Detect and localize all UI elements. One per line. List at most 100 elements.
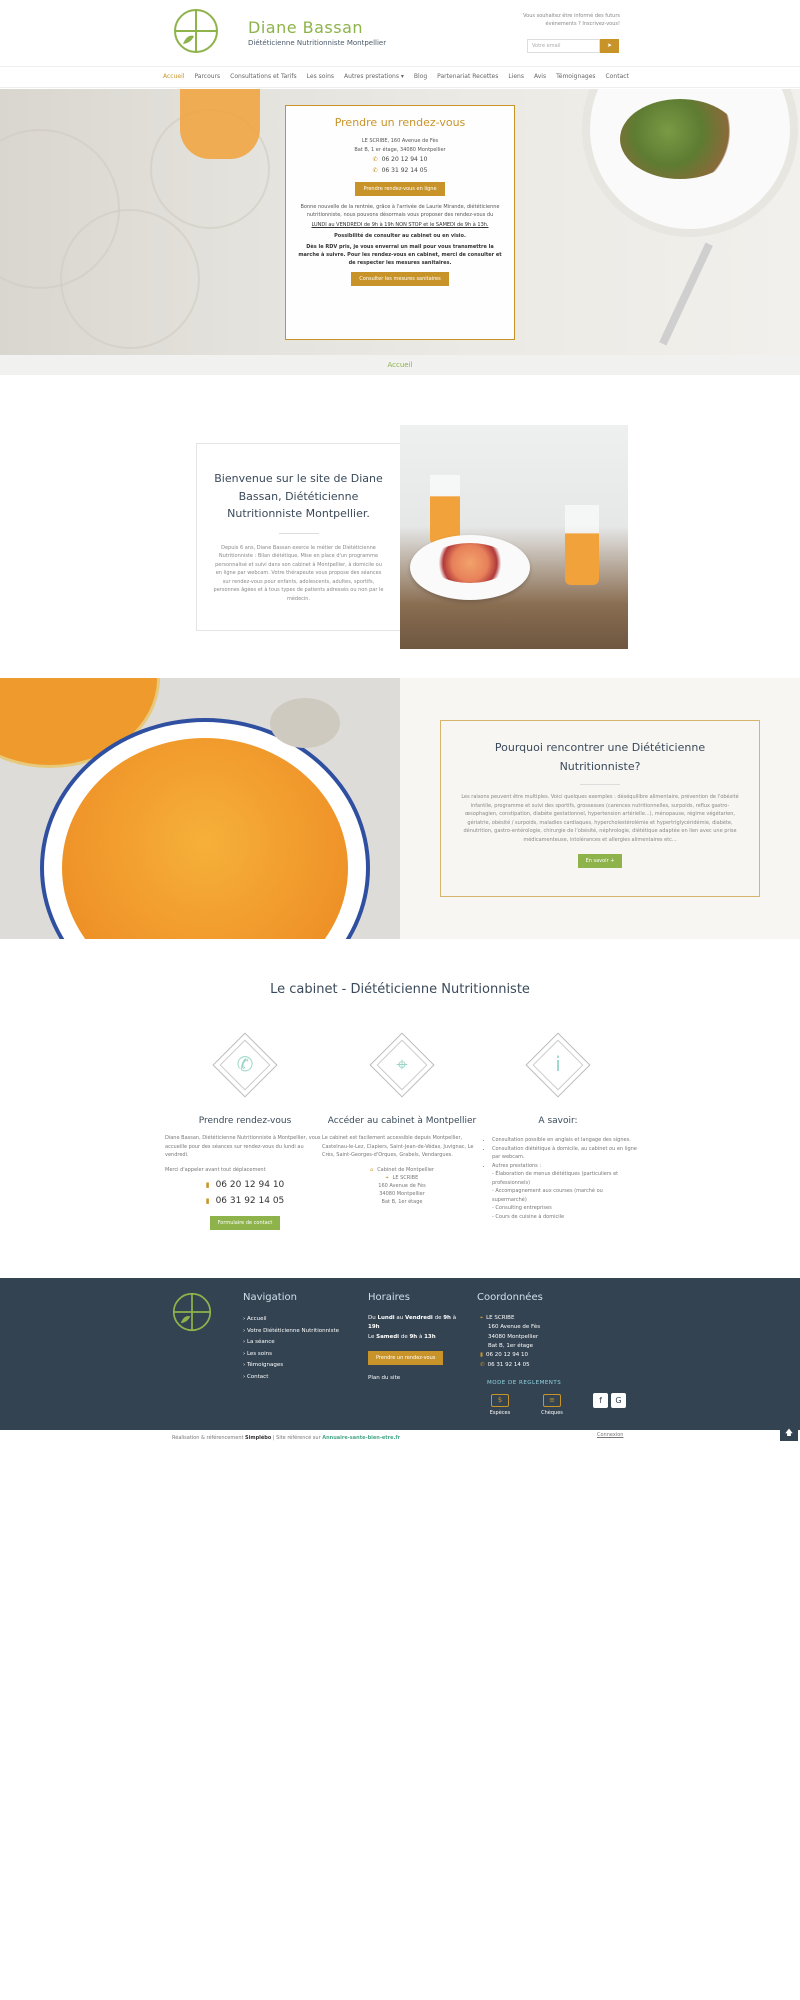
nav-item-autres-prestations[interactable]: Autres prestations ▾ — [344, 73, 404, 80]
nav-item-parcours[interactable]: Parcours — [194, 73, 220, 80]
column-text: Le cabinet est facilement accessible dep… — [322, 1135, 474, 1159]
footer-contact-text: ⌖ LE SCRIBE 160 Avenue de Fès 34080 Montp… — [480, 1315, 541, 1368]
contact-form-button[interactable]: Formulaire de contact — [209, 1216, 281, 1231]
sanitary-measures-button[interactable]: Consulter les mesures sanitaires — [351, 271, 449, 286]
why-card: Pourquoi rencontrer une Diététicienne Nu… — [440, 720, 760, 897]
footer-nav-item[interactable]: › Votre Diététicienne Nutritionniste — [243, 1326, 339, 1338]
nav-item-consultations[interactable]: Consultations et Tarifs — [230, 73, 297, 80]
phone-number-2[interactable]: ▮ 06 31 92 14 05 — [165, 1196, 325, 1206]
phone-icon: ✆ — [480, 1361, 485, 1368]
spoon-image — [270, 698, 340, 748]
diamond-frame: ⌖ — [367, 1030, 437, 1100]
footer-hours-text: Du Lundi au Vendredi de 9h à 19h Le Same… — [368, 1314, 458, 1342]
info-icon: i — [555, 1052, 561, 1076]
footer-nav-item[interactable]: › La séance — [243, 1337, 339, 1349]
divider — [278, 532, 319, 534]
brand-name[interactable]: Diane Bassan — [248, 18, 363, 37]
appointment-address-2: Bat B, 1 er étage, 34080 Montpellier — [354, 147, 446, 153]
info-list: Consultation possible en anglais et lang… — [478, 1136, 638, 1221]
nav-item-accueil[interactable]: Accueil — [163, 73, 184, 80]
newsletter-submit-button[interactable]: ➤ — [600, 39, 619, 53]
online-booking-button[interactable]: Prendre rendez-vous en ligne — [355, 181, 445, 196]
phone-number-1[interactable]: ▮ 06 20 12 94 10 — [165, 1180, 325, 1190]
footer-phone-2[interactable]: 06 31 92 14 05 — [488, 1362, 530, 1368]
sitemap-link[interactable]: Plan du site — [368, 1375, 400, 1381]
logo-icon[interactable] — [173, 8, 219, 54]
newsletter-email-input[interactable]: Votre email — [527, 39, 600, 53]
footer-hours-weekdays: Du Lundi au Vendredi de 9h à 19h — [368, 1315, 457, 1331]
appointment-title: Prendre un rendez-vous — [334, 116, 466, 129]
nav-item-blog[interactable]: Blog — [414, 73, 427, 80]
salad-image — [620, 99, 740, 179]
payment-cheque: ≡ Chèques — [541, 1394, 563, 1416]
nav-item-contact[interactable]: Contact — [606, 73, 629, 80]
footer-contact-title: Coordonnées — [477, 1292, 543, 1303]
site-footer: Navigation › Accueil › Votre Diététicien… — [0, 1278, 800, 1430]
footer-nav-item[interactable]: › Les soins — [243, 1349, 339, 1361]
nav-item-avis[interactable]: Avis — [534, 73, 546, 80]
column-text: Merci d'appeler avant tout déplacement — [165, 1166, 266, 1173]
newsletter-text: Vous souhaitez être informé des futurs é… — [523, 13, 620, 27]
breakfast-image — [400, 425, 628, 649]
column-title: A savoir: — [538, 1116, 578, 1126]
facebook-icon[interactable]: f — [593, 1393, 608, 1408]
login-link[interactable]: Connexion — [597, 1432, 623, 1438]
footer-nav-item[interactable]: › Accueil — [243, 1314, 339, 1326]
payment-methods-title: MODE DE REGLEMENTS — [487, 1380, 562, 1386]
footer-nav-item[interactable]: › Contact — [243, 1372, 339, 1384]
nav-item-soins[interactable]: Les soins — [307, 73, 334, 80]
site-header: Diane Bassan Diététicienne Nutritionnist… — [0, 0, 800, 66]
divider — [580, 784, 620, 786]
home-icon: ⌂ — [370, 1166, 374, 1173]
simplebo-link[interactable]: Simplébo — [245, 1435, 271, 1441]
diamond-frame: ✆ — [210, 1030, 280, 1100]
diamond-frame: i — [523, 1030, 593, 1100]
learn-more-button[interactable]: En savoir + — [577, 854, 623, 869]
footer-nav-title: Navigation — [243, 1292, 297, 1303]
main-navigation: Accueil Parcours Consultations et Tarifs… — [0, 66, 800, 88]
appointment-address-1: LE SCRIBE, 160 Avenue de Fès — [361, 138, 439, 144]
scroll-to-top-button[interactable]: 🡅 — [780, 1425, 798, 1441]
payment-cash: $ Espèces — [489, 1394, 511, 1416]
column-title: Accéder au cabinet à Montpellier — [327, 1116, 477, 1126]
phone-icon: ✆ — [372, 166, 378, 174]
nav-item-liens[interactable]: Liens — [508, 73, 524, 80]
nav-item-recettes[interactable]: Partenariat Recettes — [437, 73, 498, 80]
brand-subtitle: Diététicienne Nutritionniste Montpellier — [248, 39, 387, 47]
cabinet-address: ⌂ Cabinet de Montpellier ⌖ LE SCRIBE 160 A… — [370, 1166, 434, 1205]
phone-icon: ✆ — [236, 1052, 254, 1076]
list-item: Consultation possible en anglais et lang… — [492, 1136, 638, 1145]
column-appointment: ✆ Prendre rendez-vous Diane Bassan, Diét… — [165, 1030, 325, 1231]
cheque-icon: ≡ — [543, 1394, 561, 1407]
fruit-image — [430, 543, 510, 583]
footer-appointment-button[interactable]: Prendre un rendez-vous — [368, 1351, 444, 1365]
welcome-title: Bienvenue sur le site de Diane Bassan, D… — [214, 472, 383, 521]
decorative-tile — [60, 209, 200, 349]
bottom-bar: Réalisation & référencement Simplébo | S… — [0, 1430, 800, 1446]
directory-link[interactable]: Annuaire-sante-bien-etre.fr — [322, 1435, 400, 1441]
map-pin-icon: ⌖ — [396, 1052, 408, 1076]
why-text: Les raisons peuvent être multiples. Voic… — [461, 794, 739, 843]
welcome-text: Depuis 6 ans, Diane Bassan exerce le mét… — [213, 544, 384, 602]
appointment-visio-text: Possibilité de consulter au cabinet ou e… — [334, 232, 466, 239]
phone-icon: ▮ — [205, 1181, 210, 1190]
credits: Réalisation & référencement Simplébo | S… — [172, 1435, 401, 1441]
footer-phone-1[interactable]: 06 20 12 94 10 — [486, 1352, 528, 1358]
breadcrumb: Accueil — [0, 355, 800, 375]
column-access: ⌖ Accéder au cabinet à Montpellier Le ca… — [322, 1030, 482, 1206]
list-item: Consultation diététique à domicile, au c… — [492, 1145, 638, 1162]
footer-hours-saturday: Le Samedi de 9h à 13h — [368, 1333, 436, 1340]
footer-nav-item[interactable]: › Témoignages — [243, 1360, 339, 1372]
breadcrumb-item[interactable]: Accueil — [388, 361, 413, 369]
appointment-phone-2[interactable]: ✆ 06 31 92 14 05 — [298, 166, 502, 177]
footer-nav-list: › Accueil › Votre Diététicienne Nutritio… — [243, 1314, 339, 1383]
appointment-phone-1[interactable]: ✆ 06 20 12 94 10 — [298, 155, 502, 166]
map-pin-icon: ⌖ — [385, 1174, 389, 1181]
logo-icon[interactable] — [172, 1292, 212, 1332]
appointment-hours-text: LUNDI au VENDREDI de 9h à 19h NON STOP e… — [311, 221, 489, 228]
cash-icon: $ — [491, 1394, 509, 1407]
juice-glass-image — [180, 89, 260, 159]
nav-item-temoignages[interactable]: Témoignages — [556, 73, 595, 80]
google-icon[interactable]: G — [611, 1393, 626, 1408]
phone-icon: ✆ — [372, 156, 378, 163]
